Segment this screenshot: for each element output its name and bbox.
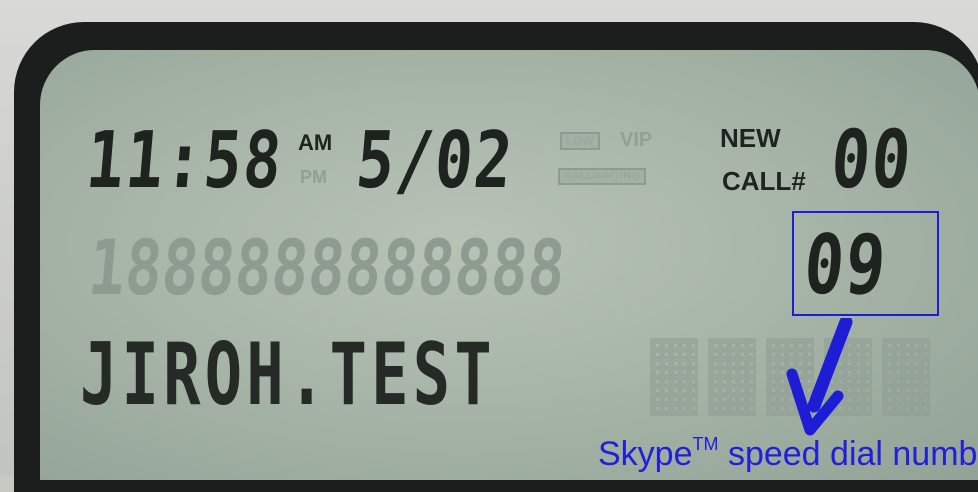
- speed-dial-highlight-box: [792, 211, 939, 316]
- am-indicator: AM: [298, 132, 332, 154]
- call-count-display: 00: [828, 120, 915, 200]
- low-indicator: LOW: [560, 132, 600, 150]
- callwaiting-indicator: CALLWAITING: [558, 168, 646, 185]
- annotation-caption: SkypeTM speed dial number: [598, 437, 978, 471]
- call-label: CALL#: [722, 168, 806, 194]
- date-display: 5/02: [353, 122, 516, 200]
- vip-indicator: VIP: [620, 130, 652, 150]
- trademark-mark: TM: [693, 434, 719, 454]
- caption-brand: Skype: [598, 435, 693, 473]
- caller-name: JIROH.TEST: [80, 332, 496, 418]
- new-label: NEW: [720, 125, 781, 151]
- time-display: 11:58: [83, 122, 285, 200]
- pm-indicator: PM: [300, 168, 327, 186]
- pointer-arrow-icon: [780, 318, 860, 438]
- number-row-display: 1888888888888: [86, 230, 568, 306]
- caption-text: speed dial number: [719, 435, 978, 473]
